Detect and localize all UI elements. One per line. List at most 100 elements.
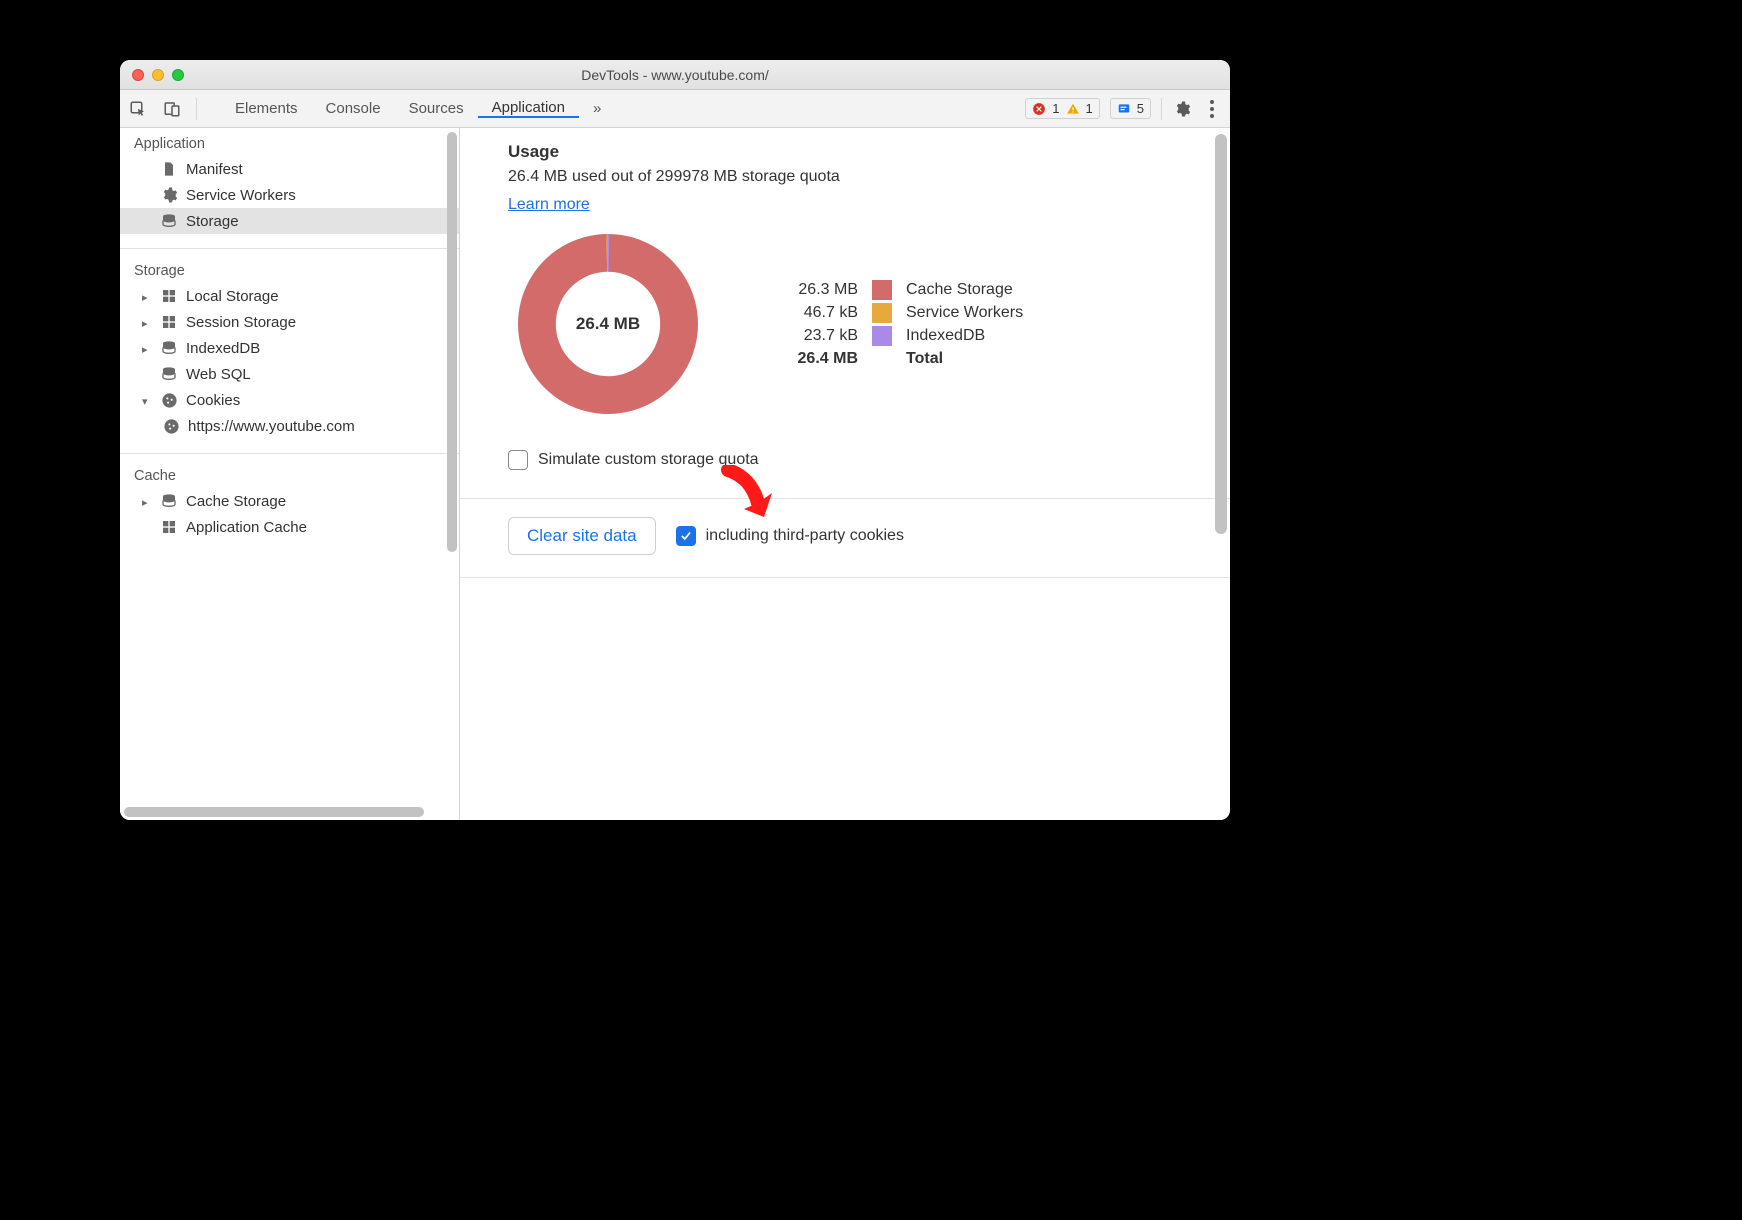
expand-toggle-icon — [142, 288, 152, 305]
usage-chart-row: 26.4 MB 26.3 MB Cache Storage 46.7 kB Servi… — [508, 224, 1194, 424]
legend-total: 26.4 MB Total — [768, 349, 1023, 369]
sidebar-item-local-storage[interactable]: Local Storage — [120, 283, 459, 309]
database-icon — [160, 365, 178, 383]
sidebar-h-scrollbar[interactable] — [124, 807, 443, 817]
sidebar-item-label: Web SQL — [186, 366, 251, 383]
third-party-cookies-label: including third-party cookies — [706, 527, 904, 545]
document-icon — [160, 160, 178, 178]
sidebar-item-storage[interactable]: Storage — [120, 208, 459, 234]
sidebar-section-heading: Cache — [120, 460, 459, 488]
expand-toggle-icon — [142, 314, 152, 331]
sidebar-section-heading: Storage — [120, 255, 459, 283]
tab-application[interactable]: Application — [478, 99, 579, 118]
error-icon — [1032, 102, 1046, 116]
tabs-overflow[interactable]: » — [579, 99, 615, 118]
legend-name: Service Workers — [906, 304, 1023, 322]
legend-value: 23.7 kB — [768, 327, 858, 345]
grid-icon — [160, 287, 178, 305]
sidebar-item-session-storage[interactable]: Session Storage — [120, 309, 459, 335]
issues-pill[interactable]: 5 — [1110, 98, 1151, 119]
clear-site-data-button[interactable]: Clear site data — [508, 517, 656, 555]
database-icon — [160, 492, 178, 510]
console-status-pill[interactable]: 1 1 — [1025, 98, 1099, 119]
grid-icon — [160, 313, 178, 331]
simulate-quota-checkbox[interactable]: Simulate custom storage quota — [508, 450, 1194, 470]
legend-swatch — [872, 280, 892, 300]
sidebar-item-indexeddb[interactable]: IndexedDB — [120, 335, 459, 361]
sidebar-item-web-sql[interactable]: Web SQL — [120, 361, 459, 387]
grid-icon — [160, 518, 178, 536]
usage-heading: Usage — [508, 142, 1194, 162]
sidebar-item-label: Service Workers — [186, 187, 296, 204]
third-party-cookies-checkbox[interactable]: including third-party cookies — [676, 526, 904, 546]
cookie-icon — [160, 391, 178, 409]
legend-swatch — [872, 326, 892, 346]
sidebar-item-label: Storage — [186, 213, 239, 230]
usage-legend: 26.3 MB Cache Storage 46.7 kB Service Worke… — [768, 277, 1023, 372]
sidebar-item-application-cache[interactable]: Application Cache — [120, 514, 459, 540]
sidebar-item-label: Session Storage — [186, 314, 296, 331]
annotation-arrow-icon — [718, 465, 778, 525]
legend-name: Total — [906, 350, 943, 368]
sidebar-item-manifest[interactable]: Manifest — [120, 156, 459, 182]
tab-sources[interactable]: Sources — [395, 99, 478, 118]
legend-row: 23.7 kB IndexedDB — [768, 326, 1023, 346]
checkbox-checked-icon — [676, 526, 696, 546]
tab-console[interactable]: Console — [312, 99, 395, 118]
legend-name: IndexedDB — [906, 327, 985, 345]
sidebar-item-label: Cache Storage — [186, 493, 286, 510]
warning-icon — [1066, 102, 1080, 116]
device-toggle-icon[interactable] — [162, 100, 182, 118]
devtools-toolbar: Elements Console Sources Application » 1… — [120, 90, 1230, 128]
kebab-menu-icon[interactable] — [1202, 100, 1222, 118]
window-title: DevTools - www.youtube.com/ — [120, 67, 1230, 83]
donut-center-label: 26.4 MB — [508, 224, 708, 424]
main-panel: Usage 26.4 MB used out of 299978 MB stor… — [460, 128, 1230, 820]
legend-swatch — [872, 303, 892, 323]
sidebar-item-cookies[interactable]: Cookies — [120, 387, 459, 413]
sidebar-item-https-www-youtube-com[interactable]: https://www.youtube.com — [120, 413, 459, 439]
learn-more-link[interactable]: Learn more — [508, 196, 590, 213]
divider — [460, 577, 1230, 578]
sidebar-section-heading: Application — [120, 128, 459, 156]
expand-toggle-icon — [142, 392, 152, 409]
sidebar-item-label: Manifest — [186, 161, 243, 178]
legend-row: 46.7 kB Service Workers — [768, 303, 1023, 323]
usage-summary: 26.4 MB used out of 299978 MB storage qu… — [508, 168, 1194, 186]
sidebar-item-service-workers[interactable]: Service Workers — [120, 182, 459, 208]
gear-icon — [160, 186, 178, 204]
sidebar-content: Application Manifest Service Workers Storag… — [120, 128, 459, 548]
sidebar-item-label: IndexedDB — [186, 340, 260, 357]
legend-value: 26.4 MB — [768, 350, 858, 368]
application-sidebar: Application Manifest Service Workers Storag… — [120, 128, 460, 820]
database-icon — [160, 339, 178, 357]
legend-value: 46.7 kB — [768, 304, 858, 322]
issues-icon — [1117, 102, 1131, 116]
sidebar-item-label: Application Cache — [186, 519, 307, 536]
legend-row: 26.3 MB Cache Storage — [768, 280, 1023, 300]
clear-data-row: Clear site data including third-party co… — [508, 517, 1194, 555]
legend-name: Cache Storage — [906, 281, 1013, 299]
titlebar: DevTools - www.youtube.com/ — [120, 60, 1230, 90]
gear-icon[interactable] — [1172, 100, 1192, 118]
sidebar-item-cache-storage[interactable]: Cache Storage — [120, 488, 459, 514]
tab-elements[interactable]: Elements — [221, 99, 312, 118]
legend-value: 26.3 MB — [768, 281, 858, 299]
divider — [460, 498, 1230, 499]
divider — [196, 98, 197, 120]
main-scrollbar[interactable] — [1215, 134, 1227, 814]
sidebar-scrollbar[interactable] — [447, 132, 457, 816]
issues-count: 5 — [1137, 101, 1144, 116]
sidebar-item-label: https://www.youtube.com — [188, 418, 355, 435]
sidebar-item-label: Local Storage — [186, 288, 279, 305]
checkbox-icon — [508, 450, 528, 470]
inspect-element-icon[interactable] — [128, 100, 148, 118]
expand-toggle-icon — [142, 340, 152, 357]
database-icon — [160, 212, 178, 230]
error-count: 1 — [1052, 101, 1059, 116]
cookie-icon — [162, 417, 180, 435]
devtools-body: Application Manifest Service Workers Storag… — [120, 128, 1230, 820]
warning-count: 1 — [1086, 101, 1093, 116]
expand-toggle-icon — [142, 493, 152, 510]
usage-donut-chart: 26.4 MB — [508, 224, 708, 424]
